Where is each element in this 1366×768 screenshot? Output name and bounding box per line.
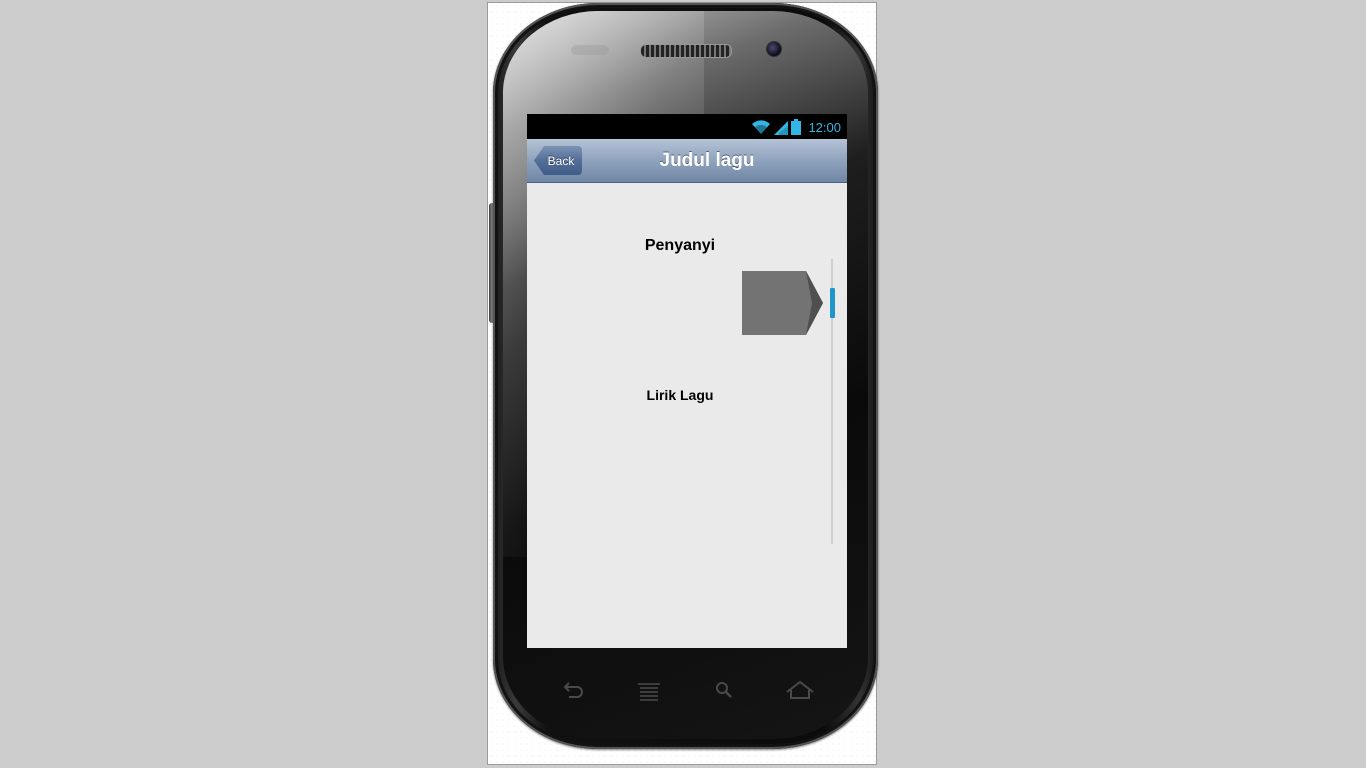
back-button[interactable]: Back — [534, 146, 582, 175]
signal-icon — [774, 121, 789, 135]
home-icon[interactable] — [785, 676, 815, 706]
lyrics-label: Lirik Lagu — [646, 387, 714, 403]
singer-label: Penyanyi — [644, 237, 716, 254]
scrollbar-thumb[interactable] — [830, 288, 835, 318]
status-icons: 12:00 — [751, 117, 841, 137]
back-icon[interactable] — [557, 676, 587, 706]
status-time: 12:00 — [808, 119, 841, 135]
phone-screen: 12:00 Back Judul lagu Penyanyi Lirik Lag… — [527, 114, 847, 648]
hardware-softkeys — [527, 676, 847, 706]
earpiece-speaker — [640, 44, 732, 58]
search-icon[interactable] — [709, 676, 739, 706]
battery-icon — [791, 119, 802, 135]
menu-icon[interactable] — [634, 676, 664, 706]
status-bar: 12:00 — [527, 114, 847, 139]
front-camera-icon — [766, 41, 782, 57]
page-title: Judul lagu — [659, 150, 755, 171]
wifi-icon — [752, 120, 771, 134]
navigation-bar: Back Judul lagu — [527, 139, 847, 183]
next-arrow-icon[interactable] — [742, 271, 823, 335]
proximity-sensor — [571, 45, 609, 55]
